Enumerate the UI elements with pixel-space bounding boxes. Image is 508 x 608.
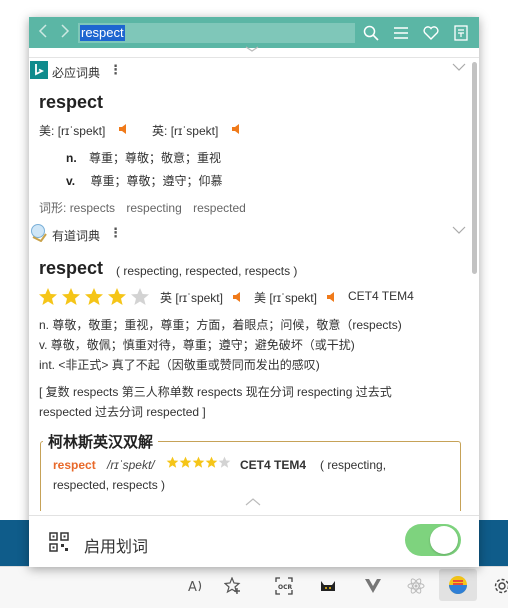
uk-label: 英 (160, 291, 173, 305)
collins-title: 柯林斯英汉双解 (43, 431, 159, 452)
youdao-dict-header[interactable]: 有道词典 ⋮ (29, 223, 469, 245)
react-devtools-icon[interactable] (403, 573, 429, 599)
uk-label: 英: (152, 124, 168, 138)
chevron-up-icon[interactable] (244, 497, 262, 507)
chevron-down-icon (245, 46, 259, 52)
add-favorite-icon[interactable] (220, 573, 246, 599)
ocr-extension-icon[interactable]: OCR (271, 573, 297, 599)
svg-text:A: A (188, 580, 197, 594)
star-filled-icon (205, 456, 218, 468)
word-forms: 词形: respects respecting respected (39, 199, 246, 216)
cat-extension-icon[interactable] (315, 573, 341, 599)
vue-devtools-icon[interactable] (360, 573, 386, 599)
youdao-logo-icon (31, 224, 47, 242)
selection-translate-toggle[interactable] (405, 524, 461, 556)
dictionary-content[interactable]: 必应词典 ⋮ respect 美: [rɪˈspekt] 英: [rɪˈspek… (29, 58, 479, 511)
headword: respect (39, 92, 104, 112)
forms-label: 词形: (39, 201, 67, 215)
definition-row: int. <非正式> 真了不起（因敬重或赞同而发出的感叹) (39, 358, 320, 372)
dict-name: 有道词典 (52, 229, 101, 243)
bing-dict-header[interactable]: 必应词典 ⋮ (29, 60, 469, 82)
more-icon[interactable]: ⋮ (109, 62, 122, 78)
star-filled-icon (62, 288, 80, 305)
star-empty-icon (131, 288, 149, 305)
chevron-down-icon[interactable] (452, 62, 466, 72)
us-pronunciation: 美: [rɪˈspekt] (39, 122, 105, 139)
collins-inflections: ( respecting, (320, 458, 387, 472)
part-of-speech: n. (66, 151, 77, 165)
word-form-link[interactable]: respects (70, 201, 115, 215)
definition-text: 尊重；尊敬；敬意；重视 (89, 151, 222, 165)
collins-inflections: respected, respects ) (53, 478, 166, 492)
headword: respect (39, 258, 104, 278)
definition-row: n. 尊重；尊敬；敬意；重视 (66, 149, 221, 166)
star-filled-icon (192, 456, 205, 468)
definition-row: n. 尊敬，敬重；重视，尊重；方面，着眼点；问候，敬意（respects) (39, 318, 402, 332)
phonetic: [rɪˈspekt] (57, 124, 106, 138)
star-rating (38, 287, 158, 307)
more-icon[interactable]: ⋮ (109, 225, 122, 241)
speaker-icon[interactable] (118, 123, 130, 135)
definition-text: 尊重；尊敬；遵守；仰慕 (90, 174, 223, 188)
browser-toolbar (0, 566, 508, 608)
settings-gear-icon[interactable] (489, 573, 508, 599)
top-collapse-bar[interactable] (29, 46, 479, 58)
dictionary-extension-icon[interactable] (439, 569, 477, 601)
phonetic: [rɪˈspekt] (175, 291, 223, 305)
part-of-speech: v. (66, 174, 76, 188)
pin-icon[interactable] (450, 22, 472, 44)
collins-star-rating (166, 456, 236, 472)
speaker-icon[interactable] (326, 291, 338, 303)
definition-row: v. 尊敬，敬佩；慎重对待，尊重；遵守；避免破坏（或干扰) (39, 338, 355, 352)
phonetic: [rɪˈspekt] (269, 291, 317, 305)
read-aloud-icon[interactable]: A (183, 573, 209, 599)
word-form-link[interactable]: respecting (126, 201, 181, 215)
search-icon[interactable] (360, 22, 382, 44)
morphology-line: [ 复数 respects 第三人称单数 respects 现在分词 respe… (39, 385, 392, 399)
heart-icon[interactable] (420, 22, 442, 44)
star-filled-icon (39, 288, 57, 305)
star-empty-icon (218, 456, 231, 468)
exam-levels: CET4 TEM4 (348, 289, 414, 303)
back-arrow-icon[interactable] (35, 23, 51, 41)
popup-topbar: respect (29, 17, 479, 48)
collins-headword: respect (53, 458, 96, 472)
dictionary-popup: respect 必应词典 ⋮ respect 美: [rɪˈspekt] 英: … (29, 17, 479, 567)
menu-icon[interactable] (390, 22, 412, 44)
word-form-link[interactable]: respected (193, 201, 246, 215)
star-filled-icon (108, 288, 126, 305)
search-query-selection[interactable]: respect (80, 25, 125, 41)
toggle-knob[interactable] (430, 526, 458, 554)
bing-logo-icon (30, 61, 48, 79)
star-filled-icon (166, 456, 179, 468)
chevron-down-icon[interactable] (452, 225, 466, 235)
uk-pronunciation: 英: [rɪˈspekt] (152, 122, 218, 139)
us-label: 美 (254, 291, 267, 305)
collins-levels: CET4 TEM4 (240, 458, 307, 472)
svg-text:OCR: OCR (278, 584, 293, 591)
us-label: 美: (39, 124, 55, 138)
inflections: ( respecting, respected, respects ) (116, 264, 298, 278)
bottom-bar: 启用划词 (29, 515, 479, 567)
uk-pronunciation: 英 [rɪˈspekt] (160, 289, 223, 306)
definition-row: v. 尊重；尊敬；遵守；仰慕 (66, 172, 222, 189)
search-input[interactable]: respect (78, 23, 355, 43)
morphology-line: respected 过去分词 respected ] (39, 405, 206, 419)
qr-code-icon[interactable] (49, 532, 69, 552)
star-filled-icon (85, 288, 103, 305)
phonetic: [rɪˈspekt] (170, 124, 219, 138)
speaker-icon[interactable] (231, 123, 243, 135)
dict-name: 必应词典 (52, 66, 101, 80)
scrollbar[interactable] (472, 62, 477, 274)
speaker-icon[interactable] (232, 291, 244, 303)
selection-translate-label: 启用划词 (84, 539, 149, 556)
star-filled-icon (179, 456, 192, 468)
forward-arrow-icon[interactable] (57, 23, 73, 41)
us-pronunciation: 美 [rɪˈspekt] (254, 289, 317, 306)
collins-phonetic: /rɪˈspekt/ (107, 458, 155, 472)
